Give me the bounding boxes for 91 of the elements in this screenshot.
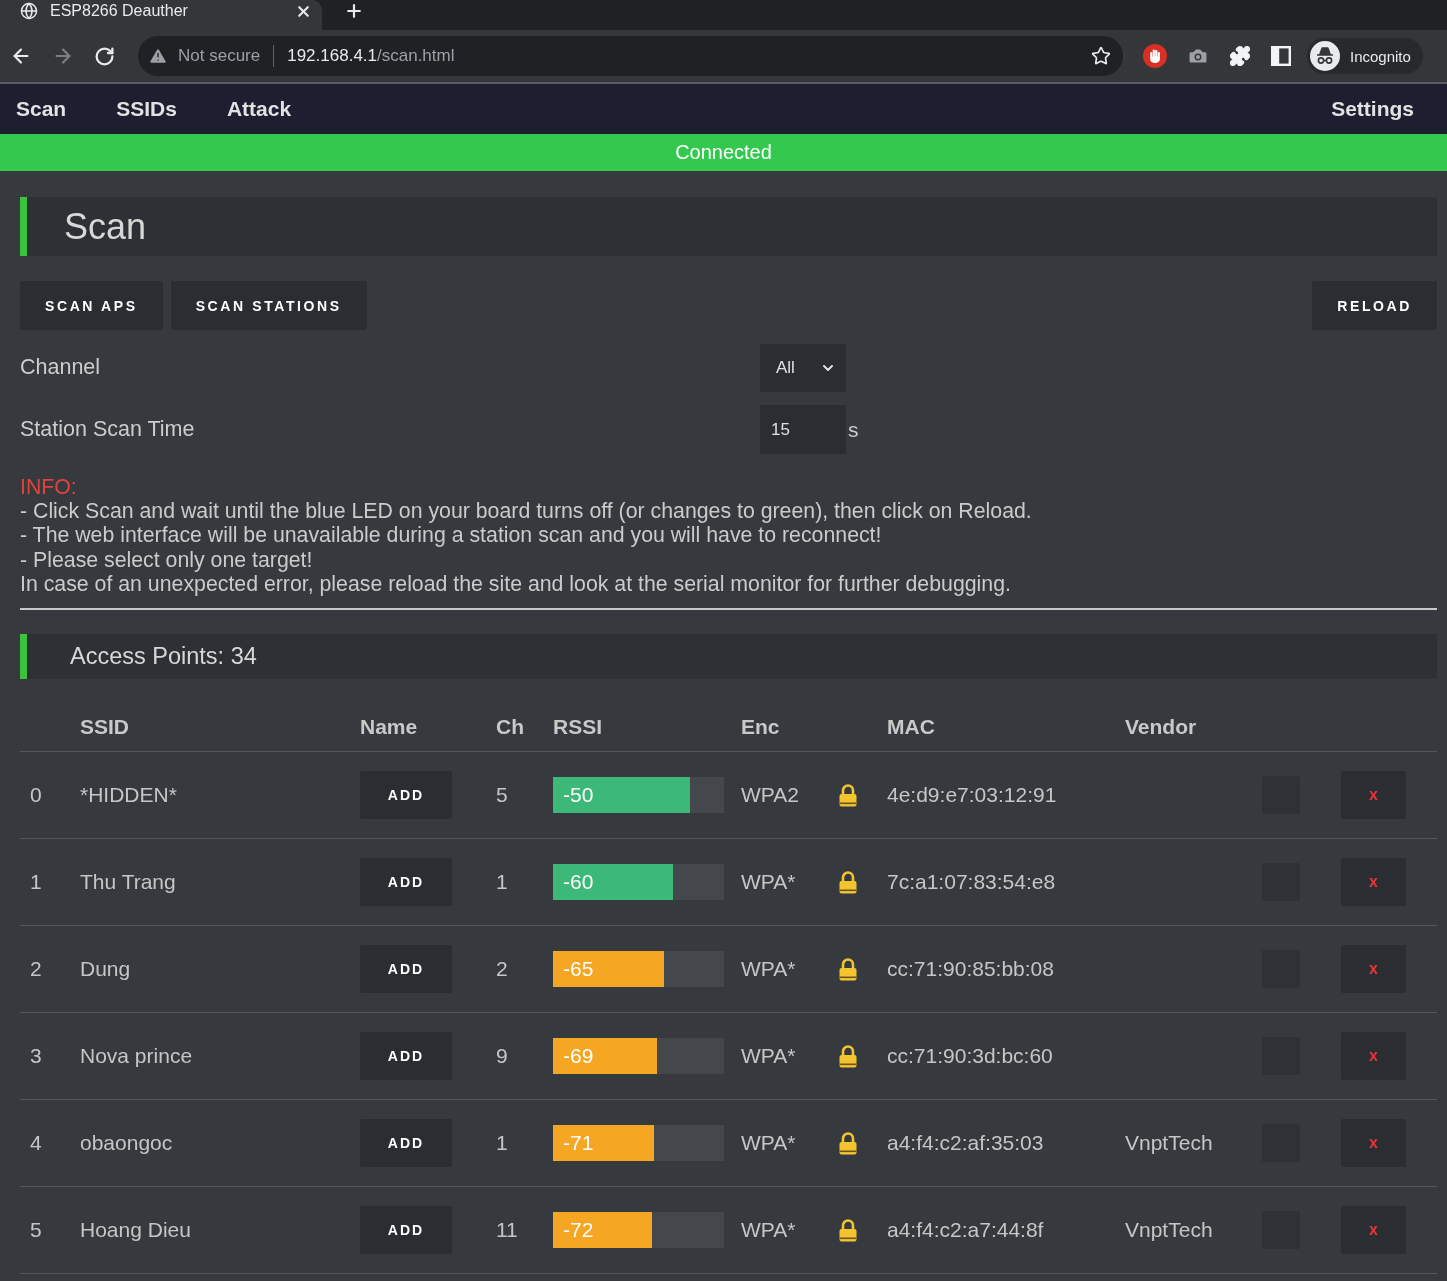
table-cell: VnptTech [1125, 1218, 1213, 1242]
column-header: MAC [887, 714, 935, 739]
table-cell: VnptTech [1125, 1131, 1213, 1155]
rssi-value: -71 [563, 1130, 594, 1156]
add-button[interactable]: ADD [360, 771, 452, 819]
channel-select[interactable]: All [760, 343, 846, 392]
add-button[interactable]: ADD [360, 1119, 452, 1167]
info-text: - Click Scan and wait until the blue LED on your board turns off (or changes to green), then click on Reload. [20, 499, 1032, 524]
table-cell: 1 [496, 1131, 508, 1155]
side-panel-icon[interactable] [1271, 46, 1291, 66]
lock-icon [838, 1044, 858, 1068]
setting-label: Channel [20, 355, 101, 380]
lock-icon [838, 783, 858, 807]
scan-time-input[interactable]: 15 [760, 405, 846, 454]
add-button[interactable]: ADD [360, 945, 452, 993]
nav-link[interactable]: Attack [210, 97, 308, 121]
nav-link[interactable]: Settings [1315, 97, 1430, 121]
column-header: Ch [496, 714, 524, 739]
profile-button[interactable]: Incognito [1307, 38, 1423, 74]
table-cell: 5 [496, 783, 508, 807]
warning-icon[interactable] [148, 46, 168, 66]
info-heading: INFO: [20, 475, 77, 500]
column-header: Name [360, 714, 418, 739]
table-cell: Thu Trang [80, 870, 176, 894]
table-cell: WPA* [741, 957, 796, 981]
setting-label: Station Scan Time [20, 417, 195, 442]
unit-label: s [848, 417, 859, 442]
add-button[interactable]: ADD [360, 1206, 452, 1254]
rssi-value: -72 [563, 1217, 594, 1243]
security-label[interactable]: Not secure [178, 46, 261, 66]
nav-link[interactable]: Scan [0, 97, 83, 121]
add-button[interactable]: ADD [360, 1032, 452, 1080]
table-cell: 9 [496, 1044, 508, 1068]
table-cell: Hoang Dieu [80, 1218, 191, 1242]
table-cell: cc:71:90:85:bb:08 [887, 957, 1054, 981]
table-cell: 11 [496, 1218, 518, 1242]
table-cell: WPA* [741, 1131, 796, 1155]
lock-icon [838, 957, 858, 981]
table-cell: a4:f4:c2:af:35:03 [887, 1131, 1044, 1155]
plus-icon[interactable] [344, 1, 364, 21]
table-cell: a4:f4:c2:a7:44:8f [887, 1218, 1044, 1242]
table-cell: 5 [30, 1218, 42, 1242]
column-header: Vendor [1125, 714, 1197, 739]
url-text[interactable]: 192.168.4.1/scan.html [287, 46, 1081, 66]
address-bar[interactable]: Not secure 192.168.4.1/scan.html [138, 36, 1123, 76]
globe-icon [20, 2, 38, 20]
browser-tab[interactable]: ESP8266 Deauther [0, 0, 322, 30]
scan-button[interactable]: SCAN APS [20, 281, 163, 330]
info-text: - The web interface will be unavailable during a station scan and you will have to reconnect! [20, 523, 882, 548]
table-cell: 1 [496, 870, 508, 894]
reload-button[interactable]: RELOAD [1312, 281, 1437, 330]
table-cell: WPA* [741, 870, 796, 894]
column-header: RSSI [553, 714, 602, 739]
lock-icon [838, 1218, 858, 1242]
table-cell: 3 [30, 1044, 42, 1068]
star-icon[interactable] [1091, 46, 1111, 66]
hand-icon[interactable] [1143, 44, 1167, 68]
info-text: In case of an unexpected error, please reload the site and look at the serial monitor for further debugging. [20, 571, 1011, 596]
table-cell: WPA2 [741, 783, 799, 807]
reload-icon[interactable] [94, 45, 115, 67]
table-cell: WPA* [741, 1218, 796, 1242]
rssi-value: -69 [563, 1043, 594, 1069]
table-cell: 4 [30, 1131, 42, 1155]
lock-icon [838, 1131, 858, 1155]
table-cell: 4e:d9:e7:03:12:91 [887, 783, 1057, 807]
table-cell: Dung [80, 957, 131, 981]
column-header: SSID [80, 714, 129, 739]
info-text: - Please select only one target! [20, 547, 313, 572]
table-cell: 7c:a1:07:83:54:e8 [887, 870, 1056, 894]
puzzle-icon[interactable] [1229, 45, 1251, 67]
table-cell: 2 [30, 957, 42, 981]
table-cell: 2 [496, 957, 508, 981]
lock-icon [838, 870, 858, 894]
table-cell: 1 [30, 870, 42, 894]
connection-status-bar: Connected [0, 134, 1447, 171]
rssi-value: -60 [563, 869, 594, 895]
add-button[interactable]: ADD [360, 858, 452, 906]
rssi-value: -65 [563, 956, 594, 982]
table-cell: *HIDDEN* [80, 783, 177, 807]
table-cell: WPA* [741, 1044, 796, 1068]
table-cell: 0 [30, 783, 42, 807]
scan-button[interactable]: SCAN STATIONS [170, 281, 367, 330]
nav-link[interactable]: SSIDs [100, 97, 193, 121]
table-cell: Nova prince [80, 1044, 193, 1068]
column-header: Enc [741, 714, 780, 739]
section-heading: Access Points: 34 [20, 634, 1437, 679]
rssi-value: -50 [563, 782, 594, 808]
page-heading: Scan [20, 197, 1437, 256]
table-cell: cc:71:90:3d:bc:60 [887, 1044, 1053, 1068]
incognito-icon [1310, 41, 1340, 71]
table-cell: obaongoc [80, 1131, 173, 1155]
